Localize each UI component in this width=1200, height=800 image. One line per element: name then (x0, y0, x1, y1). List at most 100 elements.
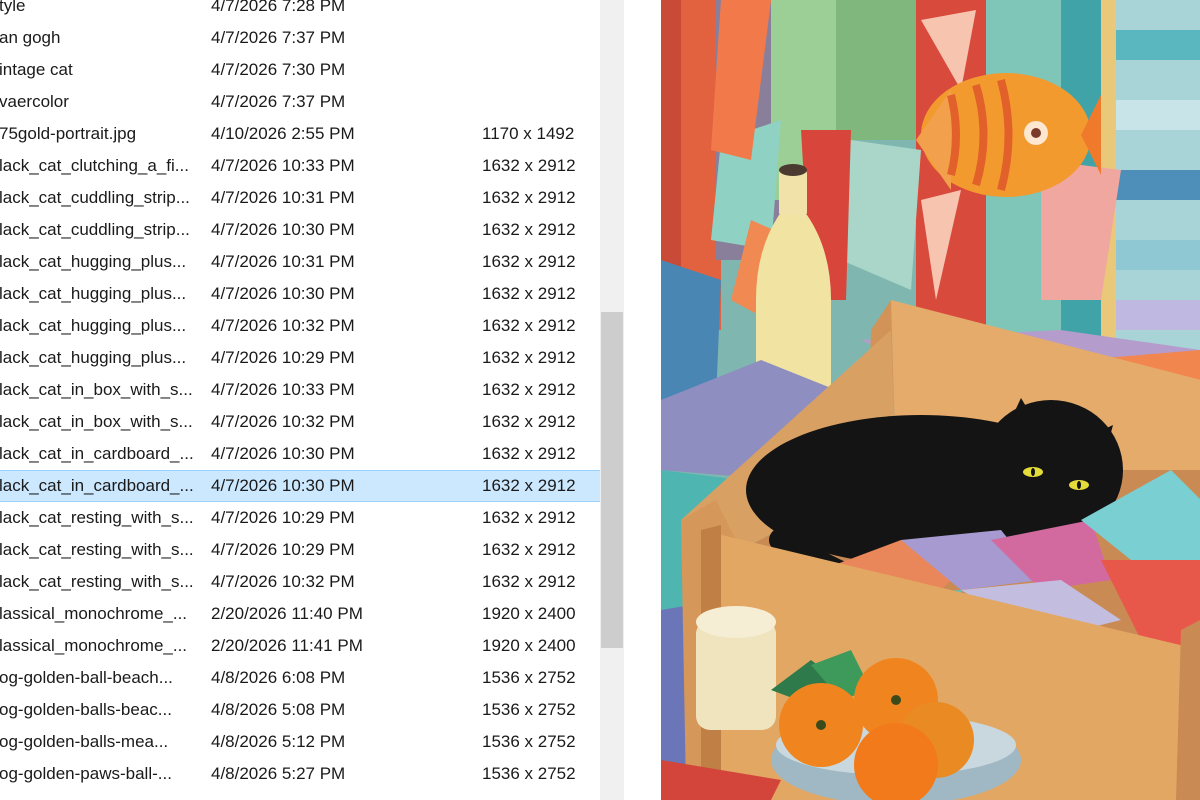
file-list-row[interactable]: lack_cat_in_box_with_s... 4/7/2026 10:33 … (0, 374, 600, 406)
file-date-modified: 4/7/2026 10:32 PM (211, 572, 355, 591)
file-list-row[interactable]: og-golden-balls-beac... 4/8/2026 5:08 PM 1… (0, 694, 600, 726)
vertical-scrollbar[interactable] (600, 0, 624, 800)
file-dimensions: 1920 x 2400 (482, 636, 576, 655)
file-list-row[interactable]: lack_cat_hugging_plus... 4/7/2026 10:31 P… (0, 246, 600, 278)
file-list-row[interactable]: lack_cat_hugging_plus... 4/7/2026 10:32 P… (0, 310, 600, 342)
file-list-row[interactable]: lack_cat_cuddling_strip... 4/7/2026 10:31… (0, 182, 600, 214)
file-name: lack_cat_hugging_plus... (0, 252, 187, 271)
file-name: lack_cat_cuddling_strip... (0, 188, 190, 207)
file-dimensions: 1632 x 2912 (482, 316, 576, 335)
file-dimensions: 1632 x 2912 (482, 156, 576, 175)
file-date-modified: 4/7/2026 10:33 PM (211, 156, 355, 175)
file-name: intage cat (0, 60, 73, 79)
file-name: vaercolor (0, 92, 69, 111)
file-list-row[interactable]: an gogh 4/7/2026 7:37 PM (0, 22, 600, 54)
file-date-modified: 4/7/2026 7:37 PM (211, 28, 346, 47)
file-list-row[interactable]: lack_cat_resting_with_s... 4/7/2026 10:29… (0, 534, 600, 566)
file-list-row[interactable]: lack_cat_cuddling_strip... 4/7/2026 10:30… (0, 214, 600, 246)
file-date-modified: 4/7/2026 10:30 PM (211, 476, 355, 495)
file-name: lack_cat_hugging_plus... (0, 348, 187, 367)
file-name: lack_cat_resting_with_s... (0, 572, 194, 591)
file-list-row[interactable]: lack_cat_in_box_with_s... 4/7/2026 10:32 … (0, 406, 600, 438)
file-dimensions: 1632 x 2912 (482, 380, 576, 399)
file-date-modified: 4/7/2026 10:32 PM (211, 412, 355, 431)
file-dimensions: 1632 x 2912 (482, 572, 576, 591)
file-list-row[interactable]: vaercolor 4/7/2026 7:37 PM (0, 86, 600, 118)
pane-divider (624, 0, 661, 800)
file-dimensions: 1632 x 2912 (482, 188, 576, 207)
file-list-row[interactable]: lassical_monochrome_... 2/20/2026 11:40 P… (0, 598, 600, 630)
file-list-row[interactable]: lack_cat_in_cardboard_... 4/7/2026 10:30 … (0, 438, 600, 470)
file-date-modified: 2/20/2026 11:40 PM (211, 604, 363, 623)
file-date-modified: 4/7/2026 10:33 PM (211, 380, 355, 399)
file-name: lassical_monochrome_... (0, 636, 188, 655)
file-name: lassical_monochrome_... (0, 604, 188, 623)
file-name: lack_cat_resting_with_s... (0, 540, 194, 559)
preview-image (661, 0, 1200, 800)
file-name: tyle (0, 0, 26, 15)
file-dimensions: 1920 x 2400 (482, 604, 576, 623)
file-dimensions: 1536 x 2752 (482, 700, 576, 719)
file-dimensions: 1170 x 1492 (482, 124, 575, 143)
file-list-row[interactable]: tyle 4/7/2026 7:28 PM (0, 0, 600, 22)
file-dimensions: 1632 x 2912 (482, 252, 576, 271)
file-dimensions: 1632 x 2912 (482, 348, 576, 367)
file-list-row[interactable]: lack_cat_resting_with_s... 4/7/2026 10:29… (0, 502, 600, 534)
file-date-modified: 4/7/2026 7:28 PM (211, 0, 346, 15)
file-date-modified: 4/8/2026 5:08 PM (211, 700, 346, 719)
file-name: lack_cat_hugging_plus... (0, 284, 187, 303)
file-list-pane: tyle 4/7/2026 7:28 PM an gogh 4/7/2026 7:37… (0, 0, 600, 800)
file-date-modified: 4/7/2026 10:29 PM (211, 508, 355, 527)
file-date-modified: 4/7/2026 7:30 PM (211, 60, 346, 79)
file-date-modified: 4/7/2026 10:31 PM (211, 188, 355, 207)
file-list-row[interactable]: og-golden-paws-ball-... 4/8/2026 5:27 PM 1… (0, 758, 600, 790)
file-dimensions: 1632 x 2912 (482, 284, 576, 303)
file-name: an gogh (0, 28, 61, 47)
file-list-row[interactable]: intage cat 4/7/2026 7:30 PM (0, 54, 600, 86)
file-name: og-golden-balls-mea... (0, 732, 169, 751)
file-list-row[interactable]: lassical_monochrome_... 2/20/2026 11:41 P… (0, 630, 600, 662)
file-list-row[interactable]: lack_cat_hugging_plus... 4/7/2026 10:29 P… (0, 342, 600, 374)
file-date-modified: 4/7/2026 10:30 PM (211, 220, 355, 239)
file-name: lack_cat_in_cardboard_... (0, 444, 194, 463)
file-date-modified: 4/7/2026 10:31 PM (211, 252, 355, 271)
image-preview-pane (661, 0, 1200, 800)
file-list-row[interactable]: lack_cat_clutching_a_fi... 4/7/2026 10:33… (0, 150, 600, 182)
file-dimensions: 1536 x 2752 (482, 764, 576, 783)
file-date-modified: 2/20/2026 11:41 PM (211, 636, 363, 655)
file-name: lack_cat_in_box_with_s... (0, 380, 193, 399)
scrollbar-thumb[interactable] (601, 312, 623, 648)
file-date-modified: 4/8/2026 6:08 PM (211, 668, 346, 687)
file-dimensions: 1632 x 2912 (482, 540, 576, 559)
file-dimensions: 1536 x 2752 (482, 668, 576, 687)
file-date-modified: 4/7/2026 7:37 PM (211, 92, 346, 111)
file-name: lack_cat_resting_with_s... (0, 508, 194, 527)
file-dimensions: 1632 x 2912 (482, 508, 576, 527)
file-date-modified: 4/8/2026 5:27 PM (211, 764, 346, 783)
file-list-row[interactable]: lack_cat_in_cardboard_... 4/7/2026 10:30 … (0, 470, 600, 502)
file-name: og-golden-paws-ball-... (0, 764, 172, 783)
file-list-row[interactable]: lack_cat_resting_with_s... 4/7/2026 10:32… (0, 566, 600, 598)
file-name: lack_cat_hugging_plus... (0, 316, 187, 335)
file-date-modified: 4/10/2026 2:55 PM (211, 124, 355, 143)
file-name: 75gold-portrait.jpg (0, 124, 137, 143)
file-name: og-golden-balls-beac... (0, 700, 172, 719)
file-list-row[interactable]: og-golden-balls-mea... 4/8/2026 5:12 PM 15… (0, 726, 600, 758)
file-list-row[interactable] (0, 790, 600, 800)
file-dimensions: 1632 x 2912 (482, 220, 576, 239)
file-date-modified: 4/7/2026 10:32 PM (211, 316, 355, 335)
file-name: lack_cat_in_cardboard_... (0, 476, 194, 495)
file-dimensions: 1632 x 2912 (482, 444, 576, 463)
file-date-modified: 4/8/2026 5:12 PM (211, 732, 346, 751)
file-date-modified: 4/7/2026 10:30 PM (211, 444, 355, 463)
file-list-row[interactable]: og-golden-ball-beach... 4/8/2026 6:08 PM 1… (0, 662, 600, 694)
file-dimensions: 1632 x 2912 (482, 476, 576, 495)
file-name: og-golden-ball-beach... (0, 668, 173, 687)
file-list-row[interactable]: 75gold-portrait.jpg 4/10/2026 2:55 PM 1170… (0, 118, 600, 150)
file-dimensions: 1536 x 2752 (482, 732, 576, 751)
file-name: lack_cat_cuddling_strip... (0, 220, 190, 239)
file-list-row[interactable]: lack_cat_hugging_plus... 4/7/2026 10:30 P… (0, 278, 600, 310)
file-name: lack_cat_clutching_a_fi... (0, 156, 189, 175)
file-date-modified: 4/7/2026 10:29 PM (211, 348, 355, 367)
file-date-modified: 4/7/2026 10:30 PM (211, 284, 355, 303)
